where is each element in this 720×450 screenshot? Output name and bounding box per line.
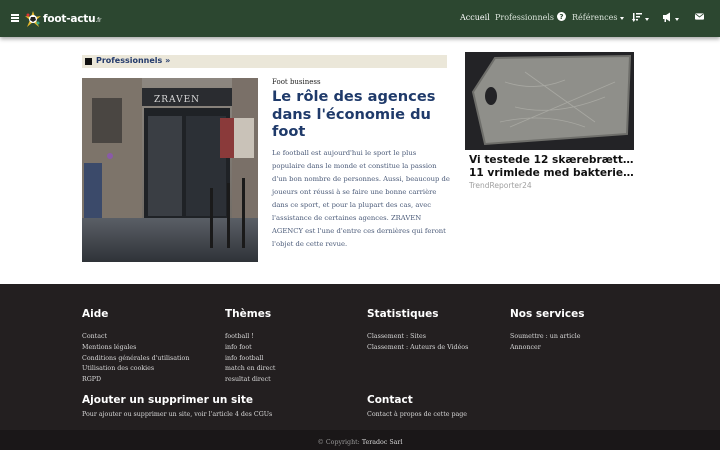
footer-list-themes: football ! info foot info football match… bbox=[225, 332, 275, 386]
references-label: Références bbox=[572, 13, 618, 22]
footer-link[interactable]: Classement : Sites bbox=[367, 332, 468, 343]
chevron-down-icon bbox=[645, 18, 649, 21]
megaphone-icon[interactable] bbox=[662, 12, 679, 25]
footer-link[interactable]: Conditions générales d'utilisation bbox=[82, 354, 189, 365]
ad-image[interactable] bbox=[465, 52, 634, 150]
nav-link-accueil[interactable]: Accueil bbox=[460, 13, 490, 22]
footer-heading-aide: Aide bbox=[82, 308, 109, 320]
section-link-professionnels[interactable]: Professionnels » bbox=[96, 56, 170, 65]
footer-heading-contact: Contact bbox=[367, 394, 413, 406]
copyright-prefix: © Copyright: bbox=[317, 439, 360, 446]
footer-list-aide: Contact Mentions légales Conditions géné… bbox=[82, 332, 189, 386]
footer-link[interactable]: Classement : Auteurs de Vidéos bbox=[367, 343, 468, 354]
footer-link[interactable]: football ! bbox=[225, 332, 275, 343]
help-icon[interactable]: ? bbox=[557, 12, 566, 24]
footer-link[interactable]: RGPD bbox=[82, 375, 189, 386]
article-category: Foot business bbox=[272, 78, 321, 86]
article-title[interactable]: Le rôle des agences dans l'économie du f… bbox=[272, 88, 442, 141]
logo-ball-icon bbox=[25, 10, 41, 27]
copyright-owner-link[interactable]: Teradoc Sarl bbox=[362, 439, 403, 446]
footer-heading-services: Nos services bbox=[510, 308, 585, 320]
menu-icon[interactable] bbox=[11, 14, 19, 22]
article-summary: Le football est aujourd'hui le sport le … bbox=[272, 149, 450, 248]
footer-link[interactable]: match en direct bbox=[225, 364, 275, 375]
nav-dropdown-references[interactable]: Références bbox=[572, 13, 625, 22]
footer-link[interactable]: Soumettre : un article bbox=[510, 332, 580, 343]
footer-ajouter-text[interactable]: Pour ajouter ou supprimer un site, voir … bbox=[82, 410, 272, 421]
article-image[interactable]: ZRAVEN bbox=[82, 78, 258, 262]
footer-contact-link[interactable]: Contact à propos de cette page bbox=[367, 410, 467, 421]
site-logo[interactable]: foot-actu.fr bbox=[25, 9, 101, 28]
ad-title-line-2: 11 vrimlede med bakterier... bbox=[469, 167, 634, 179]
svg-text:?: ? bbox=[559, 12, 563, 21]
footer-link[interactable]: Mentions légales bbox=[82, 343, 189, 354]
footer-link[interactable]: Utilisation des cookies bbox=[82, 364, 189, 375]
site-footer: Aide Contact Mentions légales Conditions… bbox=[0, 284, 720, 450]
section-square-icon bbox=[85, 58, 92, 65]
footer-heading-themes: Thèmes bbox=[225, 308, 272, 320]
footer-link[interactable]: Contact bbox=[82, 332, 189, 343]
sort-icon[interactable] bbox=[632, 12, 649, 25]
footer-heading-statistiques: Statistiques bbox=[367, 308, 439, 320]
logo-text: foot-actu.fr bbox=[43, 12, 102, 25]
footer-list-statistiques: Classement : Sites Classement : Auteurs … bbox=[367, 332, 468, 354]
top-navbar: foot-actu.fr Accueil Professionnels ? Ré… bbox=[0, 0, 720, 37]
footer-link[interactable]: info foot bbox=[225, 343, 275, 354]
mail-icon[interactable] bbox=[695, 12, 704, 24]
chevron-down-icon bbox=[620, 16, 625, 20]
ad-source[interactable]: TrendReporter24 bbox=[469, 181, 532, 190]
copyright-bar: © Copyright: Teradoc Sarl bbox=[0, 430, 720, 450]
footer-heading-ajouter: Ajouter un supprimer un site bbox=[82, 394, 254, 406]
article-image-sign: ZRAVEN bbox=[154, 95, 200, 105]
footer-link[interactable]: info football bbox=[225, 354, 275, 365]
nav-link-professionnels[interactable]: Professionnels bbox=[495, 13, 554, 22]
chevron-down-icon bbox=[675, 18, 679, 21]
footer-list-services: Soumettre : un article Annoncer bbox=[510, 332, 580, 354]
footer-link[interactable]: resultat direct bbox=[225, 375, 275, 386]
footer-link[interactable]: Annoncer bbox=[510, 343, 580, 354]
section-header: Professionnels » bbox=[82, 55, 447, 68]
ad-title[interactable]: Vi testede 12 skærebrætter. 11 vrimlede … bbox=[469, 154, 634, 180]
ad-title-line-1: Vi testede 12 skærebrætter. bbox=[469, 154, 634, 166]
